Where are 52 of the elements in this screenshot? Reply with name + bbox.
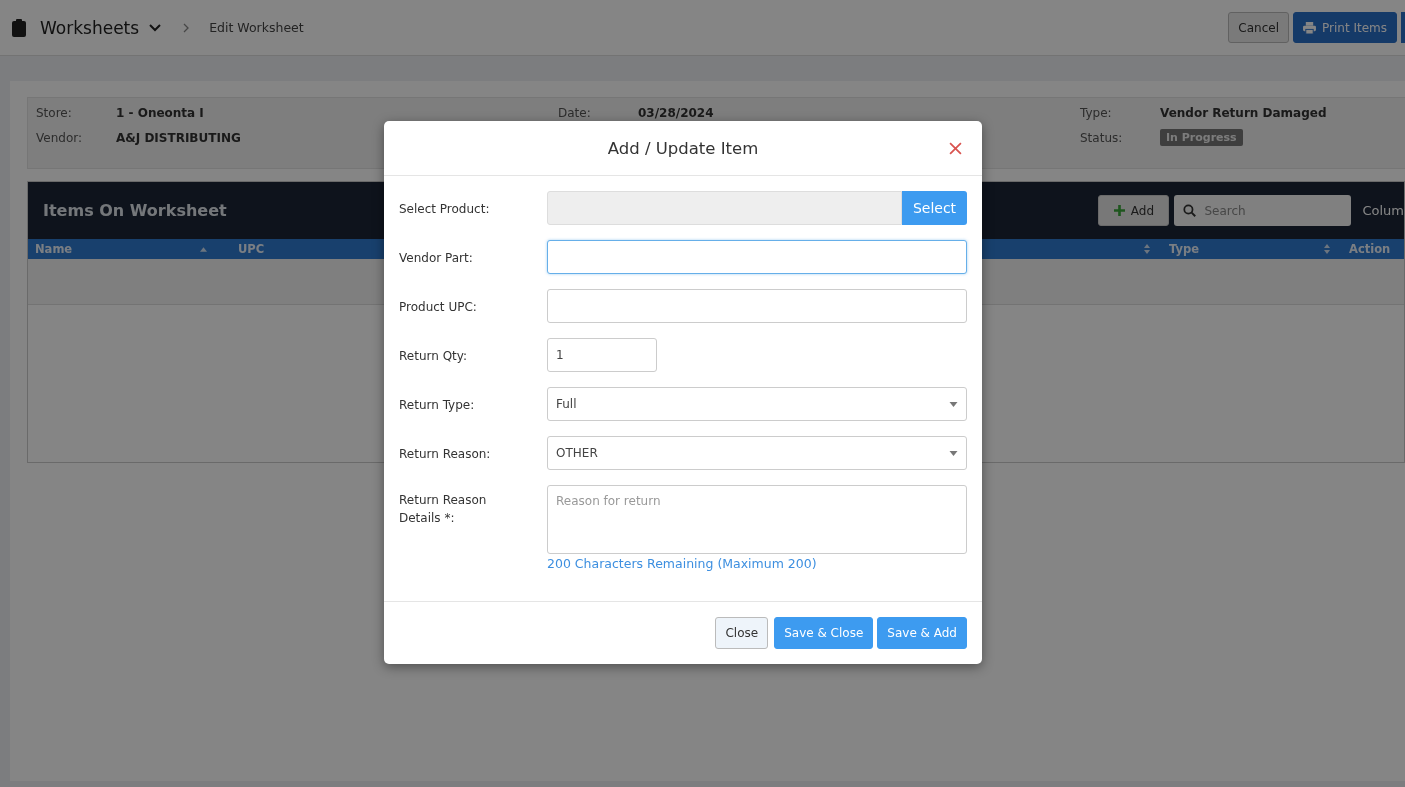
- text-area[interactable]: Reason for return: [547, 485, 967, 554]
- field-label: Type:: [1080, 105, 1113, 120]
- status-badge: In Progress: [1160, 129, 1243, 146]
- sort-icon[interactable]: [1324, 244, 1330, 254]
- character-count: 200 Characters Remaining (Maximum 200): [547, 556, 818, 571]
- field-label: Return Reason:: [399, 446, 492, 463]
- add-button[interactable]: Add: [1098, 195, 1170, 226]
- columns-button[interactable]: Colum: [1362, 203, 1404, 218]
- chevron-right-icon: [183, 22, 190, 33]
- field-label: Store:: [36, 105, 73, 120]
- cancel-button[interactable]: Cancel: [1228, 12, 1289, 43]
- field-label: Vendor Part:: [399, 250, 474, 267]
- caret-icon: [949, 401, 958, 407]
- select-button[interactable]: Select: [902, 191, 967, 225]
- chevron-down-icon[interactable]: [149, 23, 162, 32]
- sort-ascending-icon[interactable]: [200, 246, 207, 252]
- caret-icon: [949, 450, 958, 456]
- dropdown[interactable]: OTHER: [547, 436, 967, 470]
- field-label: Date:: [558, 105, 592, 120]
- search-field[interactable]: Search: [1174, 195, 1352, 226]
- text-field[interactable]: [547, 240, 967, 274]
- field-value: A&J DISTRIBUTING: [116, 130, 241, 145]
- field-label: Status:: [1080, 130, 1124, 145]
- column-header[interactable]: UPC: [238, 242, 265, 256]
- panel-title: Items On Worksheet: [43, 201, 227, 220]
- field-label: Return Reason Details *:: [399, 492, 488, 527]
- print-button[interactable]: Print Items: [1293, 12, 1397, 43]
- save-button[interactable]: Save & Add: [877, 617, 967, 649]
- field-label: Select Product:: [399, 201, 491, 218]
- breadcrumb-current: Edit Worksheet: [209, 20, 304, 35]
- field-value: 1 - Oneonta I: [116, 105, 204, 120]
- field-label: Return Type:: [399, 397, 476, 414]
- quantity-field[interactable]: 1: [547, 338, 657, 372]
- plus-icon: [1113, 205, 1125, 216]
- field-value: 03/28/2024: [638, 105, 714, 120]
- text-field[interactable]: [547, 289, 967, 323]
- column-header[interactable]: Name: [35, 242, 73, 256]
- breadcrumb-title[interactable]: Worksheets: [40, 17, 140, 38]
- close-button[interactable]: Close: [715, 617, 769, 649]
- save-button[interactable]: Save & Close: [774, 617, 874, 649]
- field-label: Product UPC:: [399, 299, 478, 316]
- sort-icon[interactable]: [1144, 244, 1150, 254]
- field-label: Vendor:: [36, 130, 83, 145]
- column-header[interactable]: Type: [1169, 242, 1199, 256]
- dropdown[interactable]: Full: [547, 387, 967, 421]
- printer-icon: [1303, 21, 1316, 34]
- column-header[interactable]: Action: [1349, 242, 1391, 256]
- close-icon[interactable]: [949, 141, 962, 155]
- field-label: Return Qty:: [399, 348, 469, 365]
- clipboard-icon: [12, 18, 26, 37]
- modal-title: Add / Update Item: [607, 138, 759, 158]
- search-icon: [1183, 204, 1197, 217]
